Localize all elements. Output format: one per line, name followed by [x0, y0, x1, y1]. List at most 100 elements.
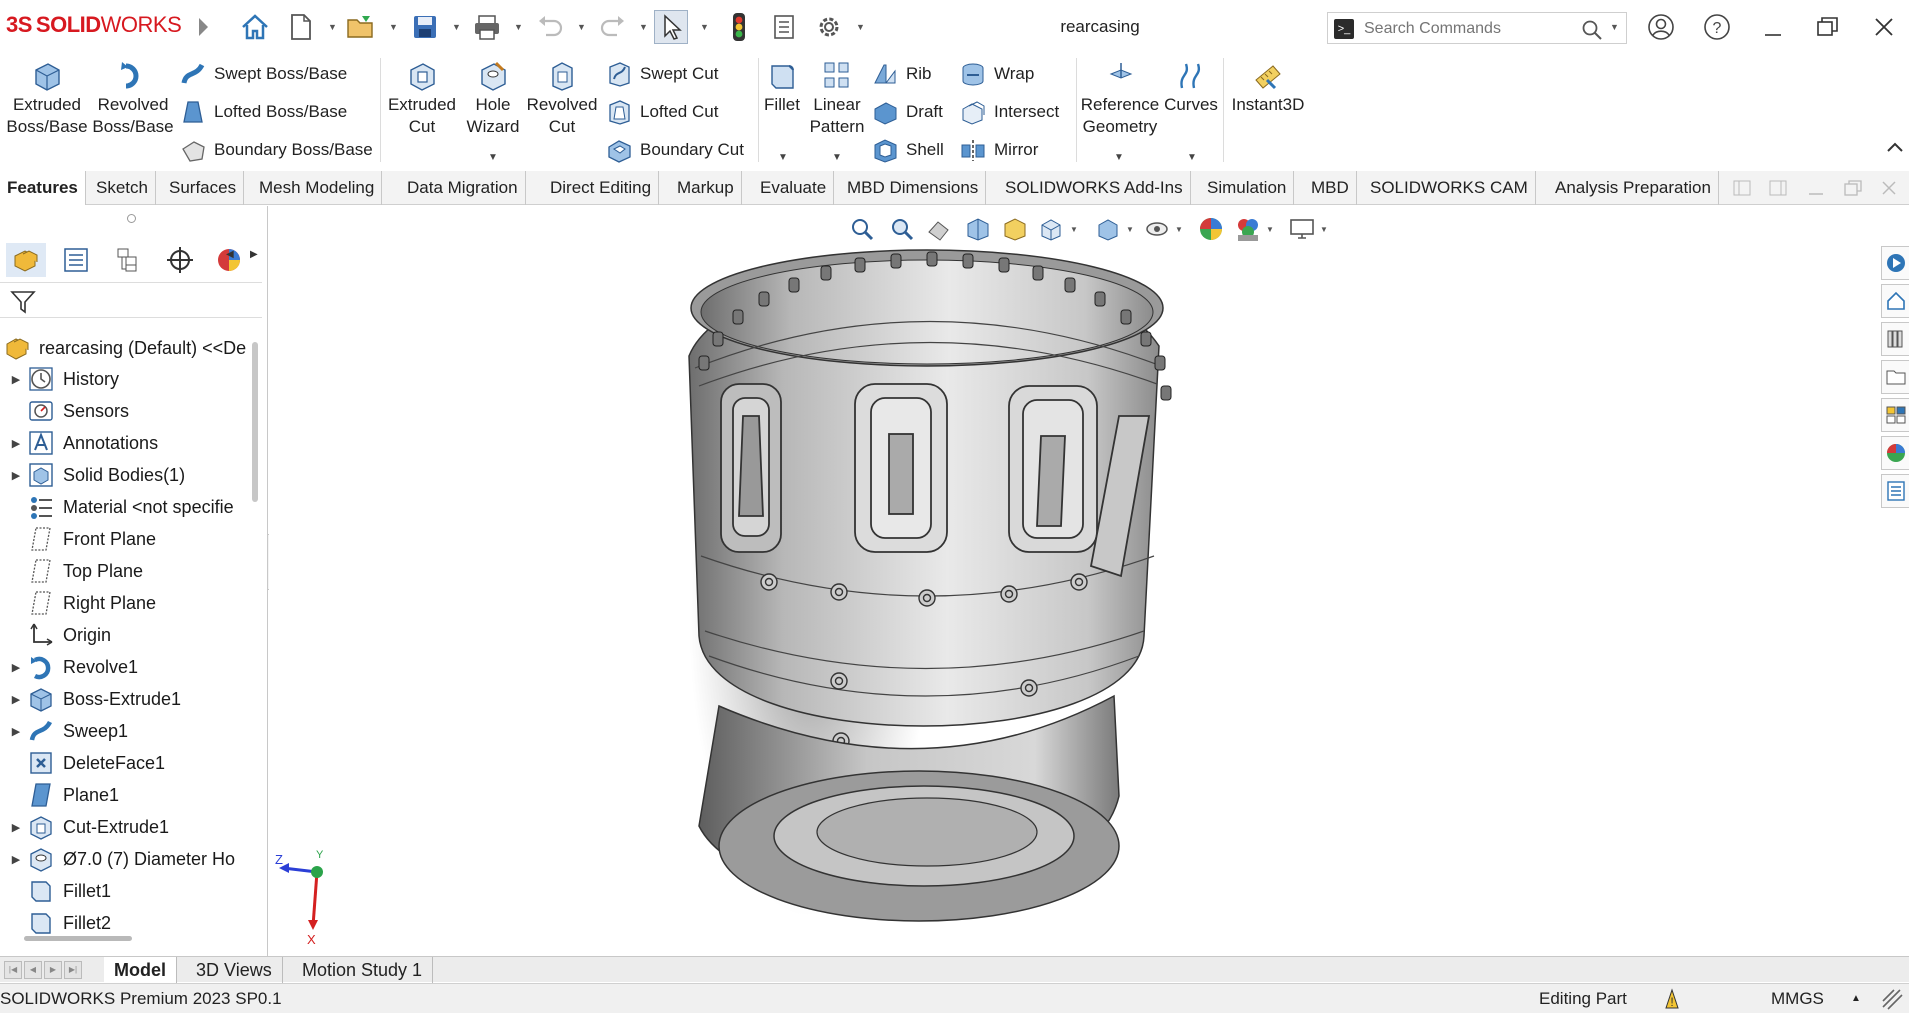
extruded-cut-button[interactable]: Extruded Cut [386, 60, 458, 138]
design-library-icon[interactable] [1881, 322, 1909, 356]
file-properties-icon[interactable] [767, 10, 801, 44]
tree-item-fillet1[interactable]: Fillet1 [0, 875, 255, 907]
draft-button[interactable]: Draft [872, 97, 943, 127]
filter-icon[interactable] [10, 289, 36, 315]
boundary-cut-button[interactable]: Boundary Cut [606, 135, 744, 165]
tree-item-sweep1[interactable]: ▶ Sweep1 [0, 715, 255, 747]
lofted-cut-button[interactable]: Lofted Cut [606, 97, 718, 127]
doc-close-icon[interactable] [1880, 179, 1898, 202]
extruded-boss-base-button[interactable]: Extruded Boss/Base [6, 60, 88, 138]
doc-minimize-icon[interactable] [1806, 179, 1826, 202]
expand-arrow-icon[interactable]: ▶ [4, 469, 28, 482]
hole-wizard-button[interactable]: Hole Wizard [458, 60, 528, 138]
wrap-button[interactable]: Wrap [960, 59, 1034, 89]
caret-down-icon[interactable]: ▼ [488, 152, 498, 163]
redo-icon[interactable] [596, 10, 630, 44]
custom-properties-icon[interactable] [1881, 474, 1909, 508]
tree-item-top-plane[interactable]: Top Plane [0, 555, 255, 587]
expand-arrow-icon[interactable]: ▶ [4, 373, 28, 386]
tab-surfaces[interactable]: Surfaces [162, 171, 245, 205]
caret-down-icon[interactable]: ▼ [856, 22, 865, 32]
caret-down-icon[interactable]: ▼ [328, 22, 337, 32]
doc-restore-icon[interactable] [1842, 179, 1864, 202]
tab-analysis-preparation[interactable]: Analysis Preparation [1548, 171, 1719, 205]
tree-item-annotations[interactable]: ▶ Annotations [0, 427, 255, 459]
design-library-home-icon[interactable] [1881, 284, 1909, 318]
tab-motion-study-1[interactable]: Motion Study 1 [292, 957, 434, 983]
tab-features[interactable]: Features [0, 171, 86, 205]
tab-mbd-dimensions[interactable]: MBD Dimensions [840, 171, 987, 205]
graphics-area[interactable]: ▼ ▼ ▼ ▼ ▼ Z Y X [269, 206, 1909, 956]
tree-item-origin[interactable]: Origin [0, 619, 255, 651]
property-manager-tab-icon[interactable] [56, 243, 96, 277]
caret-down-icon[interactable]: ▼ [1187, 152, 1197, 163]
lofted-boss-base-button[interactable]: Lofted Boss/Base [180, 97, 347, 127]
tree-root-part[interactable]: rearcasing (Default) <<De [0, 332, 255, 364]
search-icon[interactable] [1581, 19, 1603, 41]
tab-sketch[interactable]: Sketch [89, 171, 156, 205]
tile-right-icon[interactable] [1768, 179, 1788, 202]
rebuild-status-icon[interactable]: ! [1658, 986, 1688, 1012]
caret-down-icon[interactable]: ▼ [778, 152, 788, 163]
swept-boss-base-button[interactable]: Swept Boss/Base [180, 59, 347, 89]
select-pointer-icon[interactable] [654, 10, 688, 44]
tree-item-right-plane[interactable]: Right Plane [0, 587, 255, 619]
tab-model[interactable]: Model [104, 957, 177, 983]
boundary-boss-base-button[interactable]: Boundary Boss/Base [180, 135, 373, 165]
swept-cut-button[interactable]: Swept Cut [606, 59, 718, 89]
undo-icon[interactable] [533, 10, 567, 44]
tree-vertical-scrollbar[interactable] [252, 342, 258, 502]
tab-simulation[interactable]: Simulation [1200, 171, 1295, 205]
tab-3d-views[interactable]: 3D Views [186, 957, 283, 983]
expand-menu-icon[interactable] [186, 10, 220, 44]
tab-scroll-left-icon[interactable]: ◀ [226, 249, 234, 260]
expand-arrow-icon[interactable]: ▶ [4, 661, 28, 674]
open-folder-icon[interactable] [344, 10, 378, 44]
tree-item-revolve1[interactable]: ▶ Revolve1 [0, 651, 255, 683]
appearances-scenes-icon[interactable] [1881, 436, 1909, 470]
tree-item-7-0-7-diameter-ho[interactable]: ▶ Ø7.0 (7) Diameter Ho [0, 843, 255, 875]
tab-solidworks-add-ins[interactable]: SOLIDWORKS Add-Ins [998, 171, 1191, 205]
expand-arrow-icon[interactable]: ▶ [4, 821, 28, 834]
close-window-icon[interactable] [1869, 12, 1899, 42]
revolved-cut-button[interactable]: Revolved Cut [526, 60, 598, 138]
intersect-button[interactable]: Intersect [960, 97, 1059, 127]
rebuild-traffic-light-icon[interactable] [722, 10, 756, 44]
tab-solidworks-cam[interactable]: SOLIDWORKS CAM [1363, 171, 1536, 205]
rib-button[interactable]: Rib [872, 59, 932, 89]
tree-item-deleteface1[interactable]: DeleteFace1 [0, 747, 255, 779]
print-icon[interactable] [470, 10, 504, 44]
units-caret-icon[interactable]: ▲ [1851, 993, 1861, 1004]
linear-pattern-button[interactable]: Linear Pattern [806, 60, 868, 138]
collapse-ribbon-icon[interactable] [1886, 140, 1904, 159]
search-input[interactable] [1364, 17, 1564, 41]
tree-item-history[interactable]: ▶ History [0, 363, 255, 395]
fillet-button[interactable]: Fillet [760, 60, 804, 116]
new-document-icon[interactable] [284, 10, 318, 44]
instant3d-button[interactable]: Instant3D [1226, 60, 1310, 116]
expand-arrow-icon[interactable]: ▶ [4, 853, 28, 866]
tab-direct-editing[interactable]: Direct Editing [543, 171, 660, 205]
curves-button[interactable]: Curves [1162, 60, 1220, 116]
caret-down-icon[interactable]: ▼ [832, 152, 842, 163]
caret-down-icon[interactable]: ▼ [1114, 152, 1124, 163]
prev-tab-icon[interactable]: ◀ [24, 961, 42, 979]
tab-mbd[interactable]: MBD [1304, 171, 1357, 205]
reference-geometry-button[interactable]: Reference Geometry [1078, 60, 1162, 138]
caret-down-icon[interactable]: ▼ [700, 22, 709, 32]
caret-down-icon[interactable]: ▼ [389, 22, 398, 32]
search-commands-box[interactable]: >_ ▼ [1327, 12, 1627, 44]
solidworks-resources-icon[interactable] [1881, 246, 1909, 280]
view-palette-icon[interactable] [1881, 398, 1909, 432]
caret-down-icon[interactable]: ▼ [452, 22, 461, 32]
tree-filter-bar[interactable] [0, 282, 262, 318]
tree-item-solid-bodies-1[interactable]: ▶ Solid Bodies(1) [0, 459, 255, 491]
shell-button[interactable]: Shell [872, 135, 944, 165]
units-system[interactable]: MMGS [1771, 989, 1824, 1009]
search-dropdown-caret-icon[interactable]: ▼ [1610, 22, 1619, 32]
last-tab-icon[interactable]: ▶| [64, 961, 82, 979]
file-explorer-icon[interactable] [1881, 360, 1909, 394]
tab-evaluate[interactable]: Evaluate [753, 171, 835, 205]
tile-left-icon[interactable] [1732, 179, 1752, 202]
feature-manager-tab-icon[interactable] [6, 243, 46, 277]
